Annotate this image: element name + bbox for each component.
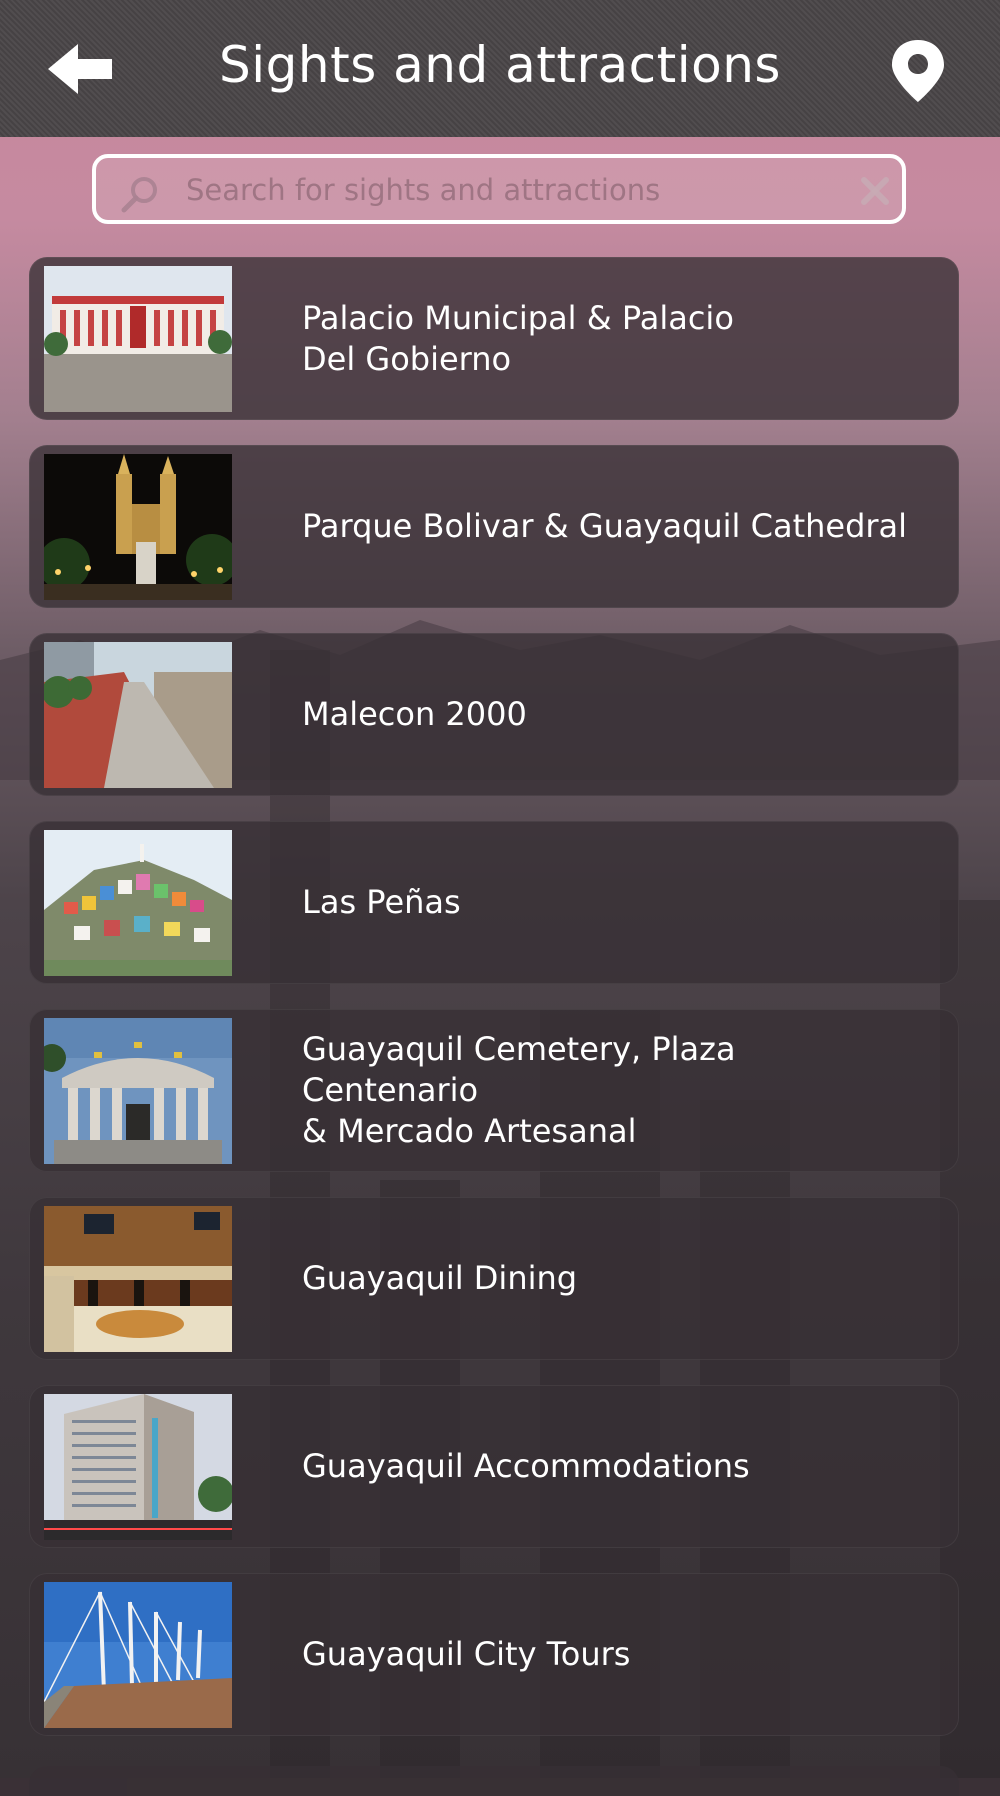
list-item-las-penas[interactable]: Las Peñas xyxy=(29,821,959,984)
list-item-cemetery-plaza[interactable]: Guayaquil Cemetery, Plaza Centenario & M… xyxy=(29,1009,959,1172)
list-item-partial[interactable] xyxy=(29,1766,959,1796)
cathedral-night-photo xyxy=(44,454,232,600)
search-input[interactable] xyxy=(184,166,828,214)
list-item-accommodations[interactable]: Guayaquil Accommodations xyxy=(29,1385,959,1548)
restaurant-photo xyxy=(44,1206,232,1352)
list-item-label: Malecon 2000 xyxy=(302,695,527,733)
list-item-label: Parque Bolivar & Guayaquil Cathedral xyxy=(302,507,908,545)
list-item-cathedral[interactable]: Parque Bolivar & Guayaquil Cathedral xyxy=(29,445,959,608)
list-item-palacio[interactable]: Palacio Municipal & Palacio Del Gobierno xyxy=(29,257,959,420)
search-icon xyxy=(121,177,157,213)
hotel-photo xyxy=(44,1394,232,1540)
search-bar xyxy=(92,154,906,224)
map-button[interactable] xyxy=(888,38,948,104)
list-item-label: Palacio Municipal & Palacio Del Gobierno xyxy=(302,298,734,378)
list-item-label: Guayaquil Cemetery, Plaza Centenario & M… xyxy=(302,1030,736,1150)
boardwalk-photo xyxy=(44,642,232,788)
map-pin-icon xyxy=(892,40,944,102)
back-arrow-icon xyxy=(48,44,112,94)
hillside-houses-photo xyxy=(44,830,232,976)
palace-photo xyxy=(44,266,232,412)
list-item-city-tours[interactable]: Guayaquil City Tours xyxy=(29,1573,959,1736)
top-bar: Sights and attractions xyxy=(0,0,1000,137)
bridge-masts-photo xyxy=(44,1582,232,1728)
list-item-label: Guayaquil City Tours xyxy=(302,1635,631,1673)
list-item-malecon[interactable]: Malecon 2000 xyxy=(29,633,959,796)
list-item-label: Guayaquil Dining xyxy=(302,1259,578,1297)
list-item-dining[interactable]: Guayaquil Dining xyxy=(29,1197,959,1360)
clear-x-icon[interactable] xyxy=(858,174,892,208)
back-button[interactable] xyxy=(40,36,120,102)
monument-photo xyxy=(44,1018,232,1164)
page-title: Sights and attractions xyxy=(219,36,781,94)
list-item-label: Guayaquil Accommodations xyxy=(302,1447,750,1485)
list-item-label: Las Peñas xyxy=(302,883,461,921)
